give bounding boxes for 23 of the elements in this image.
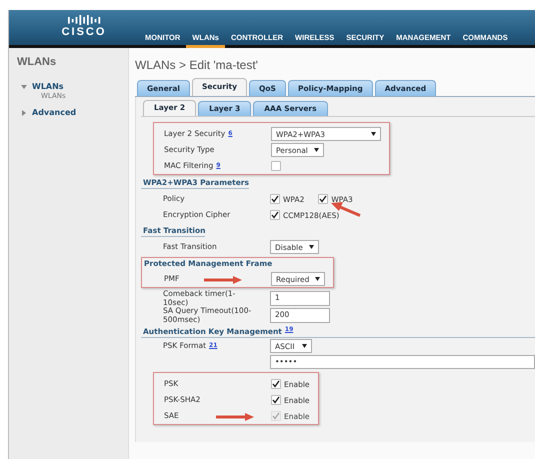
sidebar-title: WLANs: [17, 56, 58, 68]
checkbox[interactable]: [270, 210, 280, 220]
brand-name: CISCO: [62, 26, 106, 38]
expanded-caret-icon[interactable]: [21, 84, 27, 90]
checkbox[interactable]: [271, 161, 281, 171]
footnote-link[interactable]: 21: [209, 342, 218, 349]
caret-icon: [315, 277, 320, 281]
checkbox[interactable]: [271, 379, 281, 389]
caret-icon: [371, 132, 376, 136]
caret-icon: [302, 344, 307, 348]
checkbox[interactable]: [270, 194, 280, 204]
checkbox[interactable]: [271, 395, 281, 405]
sidebar-item[interactable]: Advanced: [32, 108, 76, 117]
footnote-link[interactable]: 6: [228, 130, 232, 137]
collapsed-caret-icon[interactable]: [21, 110, 27, 116]
logo-bars-icon: [67, 14, 101, 26]
footnote-link[interactable]: 19: [284, 326, 294, 333]
caret-icon: [314, 148, 319, 152]
page-title: WLANs > Edit 'ma-test': [135, 58, 259, 74]
caret-icon: [308, 245, 314, 249]
footnote-link[interactable]: 9: [216, 162, 220, 169]
checkbox[interactable]: [318, 194, 328, 204]
sidebar-item[interactable]: WLANs: [32, 82, 64, 91]
